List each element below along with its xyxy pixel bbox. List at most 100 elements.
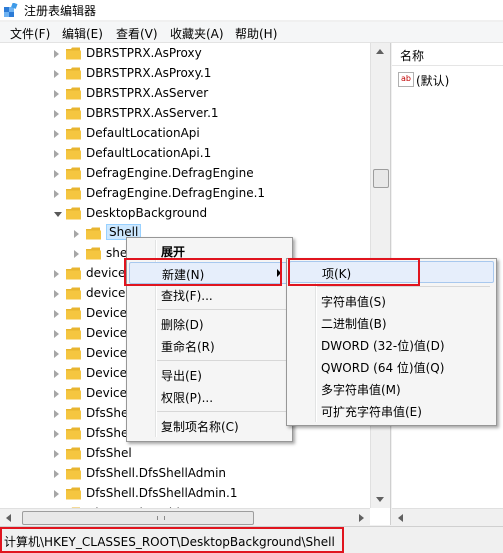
status-path: 计算机\HKEY_CLASSES_ROOT\DesktopBackground\…: [4, 535, 335, 549]
context-menu-item[interactable]: 删除(D): [129, 313, 288, 333]
tree-item-label: she: [106, 246, 128, 260]
scroll-left-arrow-icon[interactable]: [398, 514, 403, 522]
folder-icon: [66, 207, 81, 220]
submenu-item[interactable]: 二进制值(B): [289, 312, 492, 332]
submenu-item[interactable]: 项(K): [289, 261, 494, 283]
scroll-up-arrow-icon[interactable]: [376, 49, 384, 54]
menu-help[interactable]: 帮助(H): [235, 25, 277, 42]
collapsed-arrow-icon[interactable]: [54, 430, 59, 438]
collapsed-arrow-icon[interactable]: [54, 470, 59, 478]
menu-separator: [317, 286, 490, 287]
menu-item-label: DWORD (32-位)值(D): [321, 339, 445, 353]
tree-item-label: DBRSTPRX.AsServer: [86, 86, 209, 100]
title-bar: 注册表编辑器: [0, 0, 503, 20]
menu-edit[interactable]: 编辑(E): [62, 25, 103, 42]
scroll-thumb[interactable]: [22, 511, 254, 525]
tree-item[interactable]: DfsShell.DfsShellAdmin.1: [0, 484, 370, 504]
collapsed-arrow-icon[interactable]: [74, 230, 79, 238]
scroll-thumb[interactable]: [373, 169, 389, 188]
folder-icon: [66, 147, 81, 160]
tree-item-label: DBRSTPRX.AsServer.1: [86, 106, 219, 120]
menu-item-label: 查找(F)...: [161, 289, 213, 303]
tree-item[interactable]: DesktopBackground: [0, 204, 370, 224]
menu-file[interactable]: 文件(F): [10, 25, 50, 42]
submenu-item[interactable]: 字符串值(S): [289, 290, 492, 310]
collapsed-arrow-icon[interactable]: [54, 370, 59, 378]
submenu-item[interactable]: QWORD (64 位)值(Q): [289, 356, 492, 376]
menu-item-label: 字符串值(S): [321, 295, 386, 309]
values-horizontal-scrollbar[interactable]: [392, 508, 503, 526]
tree-item[interactable]: DBRSTPRX.AsServer: [0, 84, 370, 104]
menu-item-label: QWORD (64 位)值(Q): [321, 361, 445, 375]
submenu-item[interactable]: 可扩充字符串值(E): [289, 400, 492, 420]
collapsed-arrow-icon[interactable]: [54, 290, 59, 298]
scroll-right-arrow-icon[interactable]: [359, 514, 364, 522]
folder-icon: [86, 227, 101, 240]
tree-item-label: DBRSTPRX.AsProxy.1: [86, 66, 212, 80]
tree-item-label: DefaultLocationApi: [86, 126, 200, 140]
collapsed-arrow-icon[interactable]: [54, 490, 59, 498]
folder-icon: [66, 427, 81, 440]
tree-item[interactable]: DBRSTPRX.AsProxy: [0, 44, 370, 64]
menu-item-label: 复制项名称(C): [161, 420, 239, 434]
tree-item[interactable]: DBRSTPRX.AsProxy.1: [0, 64, 370, 84]
collapsed-arrow-icon[interactable]: [54, 110, 59, 118]
collapsed-arrow-icon[interactable]: [54, 90, 59, 98]
collapsed-arrow-icon[interactable]: [54, 70, 59, 78]
tree-item-label: DfsShel: [86, 446, 132, 460]
folder-icon: [66, 407, 81, 420]
collapsed-arrow-icon[interactable]: [54, 310, 59, 318]
scroll-left-arrow-icon[interactable]: [6, 514, 11, 522]
context-menu-item[interactable]: 展开: [129, 240, 288, 260]
context-menu-item[interactable]: 新建(N): [129, 262, 290, 284]
tree-item[interactable]: DefaultLocationApi: [0, 124, 370, 144]
tree-item-label: Device: [86, 366, 128, 380]
collapsed-arrow-icon[interactable]: [54, 170, 59, 178]
window-title: 注册表编辑器: [24, 4, 97, 18]
folder-icon: [66, 167, 81, 180]
column-header-name[interactable]: 名称: [392, 43, 503, 66]
tree-item[interactable]: DefragEngine.DefragEngine.1: [0, 184, 370, 204]
menu-separator: [157, 411, 286, 412]
menu-view[interactable]: 查看(V): [116, 25, 158, 42]
scroll-down-arrow-icon[interactable]: [376, 497, 384, 502]
collapsed-arrow-icon[interactable]: [54, 50, 59, 58]
collapsed-arrow-icon[interactable]: [54, 130, 59, 138]
collapsed-arrow-icon[interactable]: [54, 450, 59, 458]
submenu-item[interactable]: 多字符串值(M): [289, 378, 492, 398]
submenu-item[interactable]: DWORD (32-位)值(D): [289, 334, 492, 354]
folder-icon: [86, 247, 101, 260]
folder-icon: [66, 287, 81, 300]
folder-icon: [66, 487, 81, 500]
menu-item-label: 项(K): [322, 267, 352, 281]
tree-item[interactable]: DefragEngine.DefragEngine: [0, 164, 370, 184]
context-menu-item[interactable]: 导出(E): [129, 364, 288, 384]
tree-item-label: Device: [86, 326, 128, 340]
collapsed-arrow-icon[interactable]: [74, 250, 79, 258]
menu-favorites[interactable]: 收藏夹(A): [170, 25, 224, 42]
tree-item[interactable]: DefaultLocationApi.1: [0, 144, 370, 164]
context-menu-item[interactable]: 重命名(R): [129, 335, 288, 355]
folder-icon: [66, 387, 81, 400]
menu-item-label: 新建(N): [162, 268, 205, 282]
tree-horizontal-scrollbar[interactable]: [0, 508, 370, 526]
grip-icon: [157, 516, 165, 520]
collapsed-arrow-icon[interactable]: [54, 150, 59, 158]
collapsed-arrow-icon[interactable]: [54, 350, 59, 358]
menu-item-label: 重命名(R): [161, 340, 215, 354]
tree-item[interactable]: DBRSTPRX.AsServer.1: [0, 104, 370, 124]
context-menu-item[interactable]: 查找(F)...: [129, 284, 288, 304]
folder-icon: [66, 127, 81, 140]
collapsed-arrow-icon[interactable]: [54, 190, 59, 198]
expanded-arrow-icon[interactable]: [54, 212, 62, 217]
collapsed-arrow-icon[interactable]: [54, 410, 59, 418]
menu-separator: [157, 360, 286, 361]
context-menu-item[interactable]: 权限(P)...: [129, 386, 288, 406]
tree-item[interactable]: DfsShel: [0, 444, 370, 464]
tree-item[interactable]: DfsShell.DfsShellAdmin: [0, 464, 370, 484]
context-menu-item[interactable]: 复制项名称(C): [129, 415, 288, 435]
collapsed-arrow-icon[interactable]: [54, 330, 59, 338]
collapsed-arrow-icon[interactable]: [54, 270, 59, 278]
tree-item-label: DesktopBackground: [86, 206, 208, 220]
collapsed-arrow-icon[interactable]: [54, 390, 59, 398]
